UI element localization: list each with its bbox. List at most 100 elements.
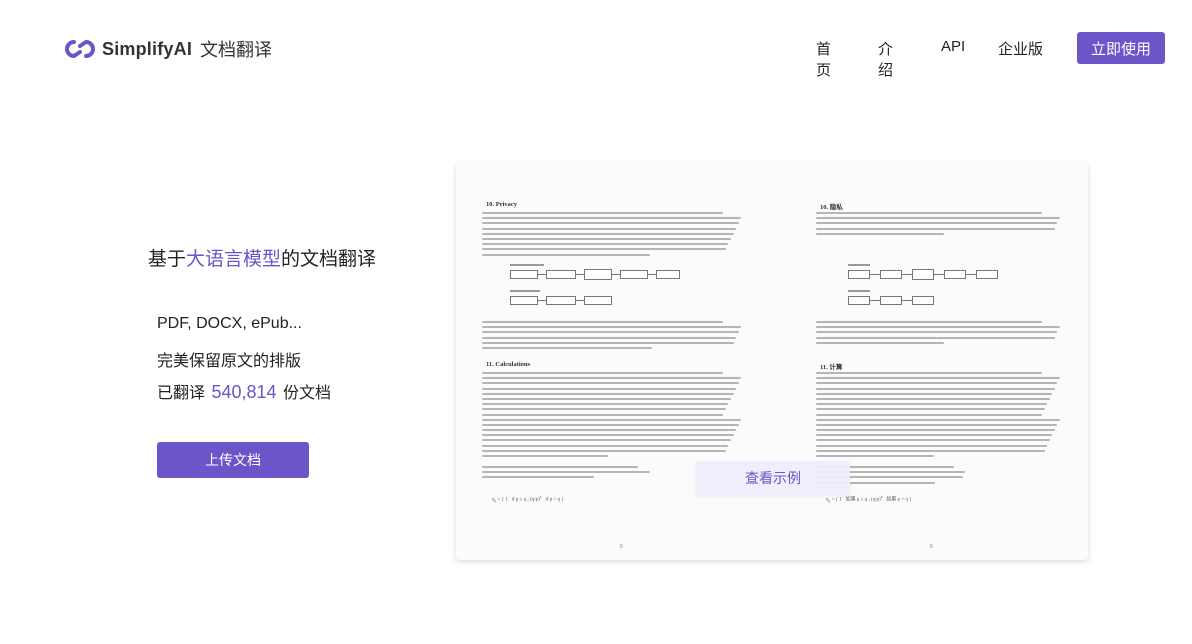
text-line (816, 439, 1050, 442)
simplifyai-logo-icon (65, 39, 95, 59)
text-line (482, 387, 737, 390)
text-line (482, 476, 595, 479)
text-line (816, 336, 1055, 339)
text-line (816, 444, 1048, 447)
translation-preview: 10. Privacy 11. Calculations qz = { 1 if… (456, 162, 1088, 560)
hero-headline: 基于大语言模型的文档翻译 (148, 244, 376, 271)
text-line (482, 439, 731, 442)
text-line (482, 397, 731, 400)
text-line (482, 217, 742, 220)
upload-document-button[interactable]: 上传文档 (157, 442, 309, 478)
text-line (482, 321, 724, 323)
original-page-number: 6 (620, 544, 623, 550)
original-text-block (482, 212, 744, 259)
text-line (816, 341, 944, 344)
translated-page-number: 6 (930, 544, 933, 550)
text-line (816, 403, 1048, 406)
text-line (482, 227, 737, 230)
text-line (482, 377, 742, 380)
text-line (482, 212, 724, 214)
text-line (816, 423, 1058, 426)
text-line (816, 382, 1058, 385)
original-text-block-2 (482, 321, 744, 352)
translated-section-calculations-title: 11. 计算 (820, 364, 843, 371)
brand-name: SimplifyAI (102, 38, 193, 59)
text-line (482, 232, 734, 235)
text-line (482, 222, 739, 225)
nav-home[interactable]: 首页 (816, 38, 831, 80)
original-privacy-diagram (506, 264, 706, 312)
text-line (482, 455, 608, 457)
text-line (816, 429, 1055, 432)
text-line (482, 341, 734, 344)
text-line (482, 434, 734, 437)
translated-prefix: 已翻译 (157, 385, 206, 402)
text-line (482, 418, 742, 421)
text-line (816, 232, 944, 235)
original-text-block-3 (482, 372, 744, 460)
text-line (482, 449, 726, 452)
text-line (482, 346, 653, 349)
text-line (482, 466, 639, 468)
text-line (482, 403, 729, 406)
text-line (816, 227, 1055, 230)
text-line (816, 331, 1058, 334)
translated-count-line: 已翻译 540,814 份文档 (157, 379, 331, 403)
text-line (482, 372, 724, 374)
text-line (816, 413, 1043, 416)
text-line (816, 217, 1060, 220)
translated-text-block-3 (816, 372, 1062, 460)
layout-preservation-note: 完美保留原文的排版 (157, 353, 302, 370)
text-line (482, 336, 737, 339)
text-line (482, 326, 742, 329)
text-line (482, 423, 739, 426)
text-line (482, 444, 729, 447)
text-line (816, 418, 1060, 421)
text-line (816, 326, 1060, 329)
translated-text-block-2 (816, 321, 1062, 347)
text-line (816, 387, 1055, 390)
text-line (816, 434, 1053, 437)
translated-section-privacy-title: 10. 隐私 (820, 204, 843, 211)
view-example-button[interactable]: 查看示例 (696, 461, 850, 495)
text-line (816, 377, 1060, 380)
original-section-calculations-title: 11. Calculations (486, 361, 531, 368)
nav-api[interactable]: API (941, 38, 965, 55)
text-line (816, 449, 1045, 452)
translated-text-block (816, 212, 1062, 238)
original-text-block-4 (482, 466, 652, 482)
translated-page: 10. 隐私 11. 计算 qz = { 1 如果 p ≤ q ; (q/p)z… (816, 162, 1066, 560)
original-section-privacy-title: 10. Privacy (486, 201, 518, 208)
text-line (816, 408, 1045, 411)
nav-intro[interactable]: 介绍 (878, 38, 893, 80)
text-line (482, 382, 739, 385)
text-line (482, 331, 739, 334)
translated-equation: qz = { 1 如果 p ≤ q ; (q/p)z 如果 p > q } (826, 494, 912, 504)
text-line (482, 429, 737, 432)
original-page: 10. Privacy 11. Calculations qz = { 1 if… (482, 162, 752, 560)
logo[interactable]: SimplifyAI 文档翻译 (64, 36, 272, 62)
headline-prefix: 基于 (148, 249, 187, 270)
text-line (816, 222, 1058, 225)
text-line (482, 392, 734, 395)
text-line (482, 243, 729, 246)
text-line (816, 212, 1043, 214)
text-line (482, 248, 726, 251)
translated-privacy-diagram (844, 264, 1044, 312)
text-line (816, 392, 1053, 395)
translated-suffix: 份文档 (283, 385, 332, 402)
text-line (816, 372, 1043, 374)
text-line (482, 413, 724, 416)
text-line (482, 471, 651, 474)
supported-formats: PDF, DOCX, ePub... (157, 315, 302, 332)
site-header: SimplifyAI 文档翻译 首页 介绍 API 企业版 立即使用 (0, 0, 1192, 96)
headline-suffix: 的文档翻译 (281, 249, 377, 270)
text-line (816, 455, 935, 457)
headline-highlight: 大语言模型 (186, 249, 282, 270)
text-line (482, 253, 650, 256)
translated-count: 540,814 (211, 382, 277, 402)
text-line (482, 237, 731, 240)
text-line (482, 408, 726, 411)
use-now-button[interactable]: 立即使用 (1077, 32, 1165, 64)
nav-enterprise[interactable]: 企业版 (998, 38, 1043, 59)
